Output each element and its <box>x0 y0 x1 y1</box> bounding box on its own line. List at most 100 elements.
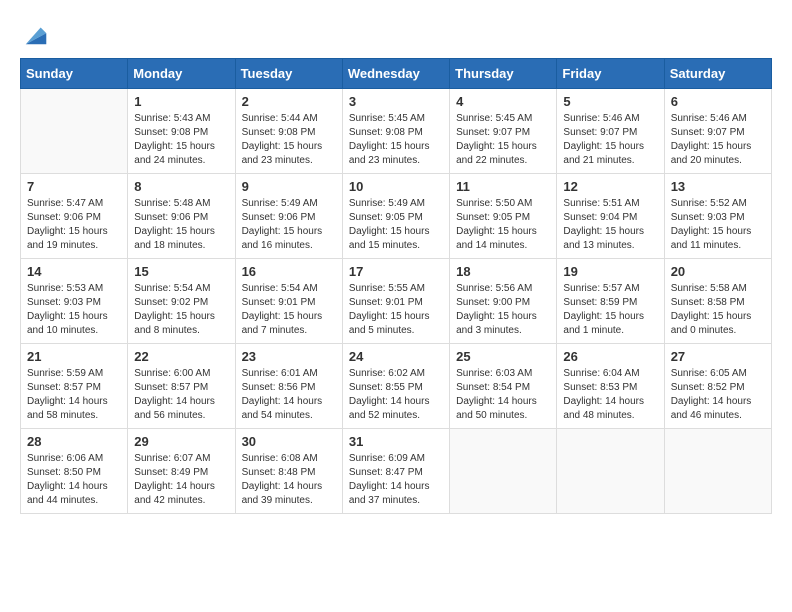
calendar-cell: 22Sunrise: 6:00 AM Sunset: 8:57 PM Dayli… <box>128 344 235 429</box>
day-number: 21 <box>27 349 121 364</box>
day-number: 18 <box>456 264 550 279</box>
day-info: Sunrise: 5:44 AM Sunset: 9:08 PM Dayligh… <box>242 112 336 168</box>
day-info: Sunrise: 5:43 AM Sunset: 9:08 PM Dayligh… <box>134 112 228 168</box>
day-info: Sunrise: 6:06 AM Sunset: 8:50 PM Dayligh… <box>27 452 121 508</box>
day-info: Sunrise: 5:45 AM Sunset: 9:07 PM Dayligh… <box>456 112 550 168</box>
calendar-cell <box>557 429 664 514</box>
calendar-cell: 8Sunrise: 5:48 AM Sunset: 9:06 PM Daylig… <box>128 174 235 259</box>
header-thursday: Thursday <box>450 59 557 89</box>
day-info: Sunrise: 5:46 AM Sunset: 9:07 PM Dayligh… <box>563 112 657 168</box>
day-number: 30 <box>242 434 336 449</box>
day-number: 2 <box>242 94 336 109</box>
day-info: Sunrise: 5:54 AM Sunset: 9:01 PM Dayligh… <box>242 282 336 338</box>
calendar-cell: 12 Sunrise: 5:51 AM Sunset: 9:04 PM Dayli… <box>557 174 664 259</box>
logo <box>20 20 50 48</box>
day-number: 1 <box>134 94 228 109</box>
day-number: 14 <box>27 264 121 279</box>
calendar-cell: 30 Sunrise: 6:08 AM Sunset: 8:48 PM Dayli… <box>235 429 342 514</box>
day-info: Sunrise: 6:08 AM Sunset: 8:48 PM Dayligh… <box>242 452 336 508</box>
day-number: 20 <box>671 264 765 279</box>
day-number: 23 <box>242 349 336 364</box>
calendar-cell: 6Sunrise: 5:46 AM Sunset: 9:07 PM Daylig… <box>664 89 771 174</box>
day-number: 12 <box>563 179 657 194</box>
calendar-cell: 5 Sunrise: 5:46 AM Sunset: 9:07 PM Daylig… <box>557 89 664 174</box>
day-number: 24 <box>349 349 443 364</box>
week-row-1: 1 Sunrise: 5:43 AM Sunset: 9:08 PM Daylig… <box>21 89 772 174</box>
day-number: 6 <box>671 94 765 109</box>
header-monday: Monday <box>128 59 235 89</box>
calendar-cell: 24 Sunrise: 6:02 AM Sunset: 8:55 PM Dayli… <box>342 344 449 429</box>
day-info: Sunrise: 5:56 AM Sunset: 9:00 PM Dayligh… <box>456 282 550 338</box>
day-number: 13 <box>671 179 765 194</box>
calendar-cell: 9 Sunrise: 5:49 AM Sunset: 9:06 PM Daylig… <box>235 174 342 259</box>
day-number: 8 <box>134 179 228 194</box>
calendar-cell: 3 Sunrise: 5:45 AM Sunset: 9:08 PM Daylig… <box>342 89 449 174</box>
calendar-cell: 15Sunrise: 5:54 AM Sunset: 9:02 PM Dayli… <box>128 259 235 344</box>
header-sunday: Sunday <box>21 59 128 89</box>
day-info: Sunrise: 6:07 AM Sunset: 8:49 PM Dayligh… <box>134 452 228 508</box>
week-row-3: 14 Sunrise: 5:53 AM Sunset: 9:03 PM Dayli… <box>21 259 772 344</box>
calendar-cell: 17Sunrise: 5:55 AM Sunset: 9:01 PM Dayli… <box>342 259 449 344</box>
calendar-cell: 11Sunrise: 5:50 AM Sunset: 9:05 PM Dayli… <box>450 174 557 259</box>
calendar-cell: 19 Sunrise: 5:57 AM Sunset: 8:59 PM Dayli… <box>557 259 664 344</box>
calendar-cell: 28 Sunrise: 6:06 AM Sunset: 8:50 PM Dayli… <box>21 429 128 514</box>
day-info: Sunrise: 5:57 AM Sunset: 8:59 PM Dayligh… <box>563 282 657 338</box>
day-number: 9 <box>242 179 336 194</box>
day-number: 3 <box>349 94 443 109</box>
day-number: 29 <box>134 434 228 449</box>
calendar-cell <box>664 429 771 514</box>
calendar-cell: 27 Sunrise: 6:05 AM Sunset: 8:52 PM Dayli… <box>664 344 771 429</box>
day-number: 4 <box>456 94 550 109</box>
day-info: Sunrise: 5:51 AM Sunset: 9:04 PM Dayligh… <box>563 197 657 253</box>
day-number: 28 <box>27 434 121 449</box>
day-info: Sunrise: 5:59 AM Sunset: 8:57 PM Dayligh… <box>27 367 121 423</box>
calendar-cell: 23 Sunrise: 6:01 AM Sunset: 8:56 PM Dayli… <box>235 344 342 429</box>
day-info: Sunrise: 6:02 AM Sunset: 8:55 PM Dayligh… <box>349 367 443 423</box>
header-wednesday: Wednesday <box>342 59 449 89</box>
day-info: Sunrise: 5:52 AM Sunset: 9:03 PM Dayligh… <box>671 197 765 253</box>
logo-icon <box>22 20 50 48</box>
day-number: 25 <box>456 349 550 364</box>
day-info: Sunrise: 6:05 AM Sunset: 8:52 PM Dayligh… <box>671 367 765 423</box>
calendar-cell: 21 Sunrise: 5:59 AM Sunset: 8:57 PM Dayli… <box>21 344 128 429</box>
day-number: 27 <box>671 349 765 364</box>
calendar-table: SundayMondayTuesdayWednesdayThursdayFrid… <box>20 58 772 514</box>
day-info: Sunrise: 6:01 AM Sunset: 8:56 PM Dayligh… <box>242 367 336 423</box>
calendar-cell: 29 Sunrise: 6:07 AM Sunset: 8:49 PM Dayli… <box>128 429 235 514</box>
calendar-cell: 7 Sunrise: 5:47 AM Sunset: 9:06 PM Daylig… <box>21 174 128 259</box>
calendar-cell: 14 Sunrise: 5:53 AM Sunset: 9:03 PM Dayli… <box>21 259 128 344</box>
day-number: 17 <box>349 264 443 279</box>
day-info: Sunrise: 6:03 AM Sunset: 8:54 PM Dayligh… <box>456 367 550 423</box>
calendar-cell: 16Sunrise: 5:54 AM Sunset: 9:01 PM Dayli… <box>235 259 342 344</box>
week-row-5: 28 Sunrise: 6:06 AM Sunset: 8:50 PM Dayli… <box>21 429 772 514</box>
day-info: Sunrise: 5:49 AM Sunset: 9:06 PM Dayligh… <box>242 197 336 253</box>
week-row-4: 21 Sunrise: 5:59 AM Sunset: 8:57 PM Dayli… <box>21 344 772 429</box>
day-number: 31 <box>349 434 443 449</box>
calendar-cell: 18 Sunrise: 5:56 AM Sunset: 9:00 PM Dayli… <box>450 259 557 344</box>
header-friday: Friday <box>557 59 664 89</box>
day-number: 15 <box>134 264 228 279</box>
calendar-cell: 2 Sunrise: 5:44 AM Sunset: 9:08 PM Daylig… <box>235 89 342 174</box>
page-header <box>20 20 772 48</box>
header-row: SundayMondayTuesdayWednesdayThursdayFrid… <box>21 59 772 89</box>
calendar-cell <box>21 89 128 174</box>
day-info: Sunrise: 6:09 AM Sunset: 8:47 PM Dayligh… <box>349 452 443 508</box>
calendar-cell: 20 Sunrise: 5:58 AM Sunset: 8:58 PM Dayli… <box>664 259 771 344</box>
day-info: Sunrise: 5:53 AM Sunset: 9:03 PM Dayligh… <box>27 282 121 338</box>
calendar-cell: 10Sunrise: 5:49 AM Sunset: 9:05 PM Dayli… <box>342 174 449 259</box>
calendar-cell: 25 Sunrise: 6:03 AM Sunset: 8:54 PM Dayli… <box>450 344 557 429</box>
calendar-cell <box>450 429 557 514</box>
day-number: 7 <box>27 179 121 194</box>
calendar-cell: 4 Sunrise: 5:45 AM Sunset: 9:07 PM Daylig… <box>450 89 557 174</box>
calendar-cell: 26Sunrise: 6:04 AM Sunset: 8:53 PM Dayli… <box>557 344 664 429</box>
calendar-cell: 1 Sunrise: 5:43 AM Sunset: 9:08 PM Daylig… <box>128 89 235 174</box>
day-number: 5 <box>563 94 657 109</box>
day-info: Sunrise: 5:58 AM Sunset: 8:58 PM Dayligh… <box>671 282 765 338</box>
day-info: Sunrise: 5:50 AM Sunset: 9:05 PM Dayligh… <box>456 197 550 253</box>
day-info: Sunrise: 5:47 AM Sunset: 9:06 PM Dayligh… <box>27 197 121 253</box>
calendar-cell: 31 Sunrise: 6:09 AM Sunset: 8:47 PM Dayli… <box>342 429 449 514</box>
day-info: Sunrise: 5:45 AM Sunset: 9:08 PM Dayligh… <box>349 112 443 168</box>
week-row-2: 7 Sunrise: 5:47 AM Sunset: 9:06 PM Daylig… <box>21 174 772 259</box>
day-info: Sunrise: 5:49 AM Sunset: 9:05 PM Dayligh… <box>349 197 443 253</box>
day-number: 19 <box>563 264 657 279</box>
